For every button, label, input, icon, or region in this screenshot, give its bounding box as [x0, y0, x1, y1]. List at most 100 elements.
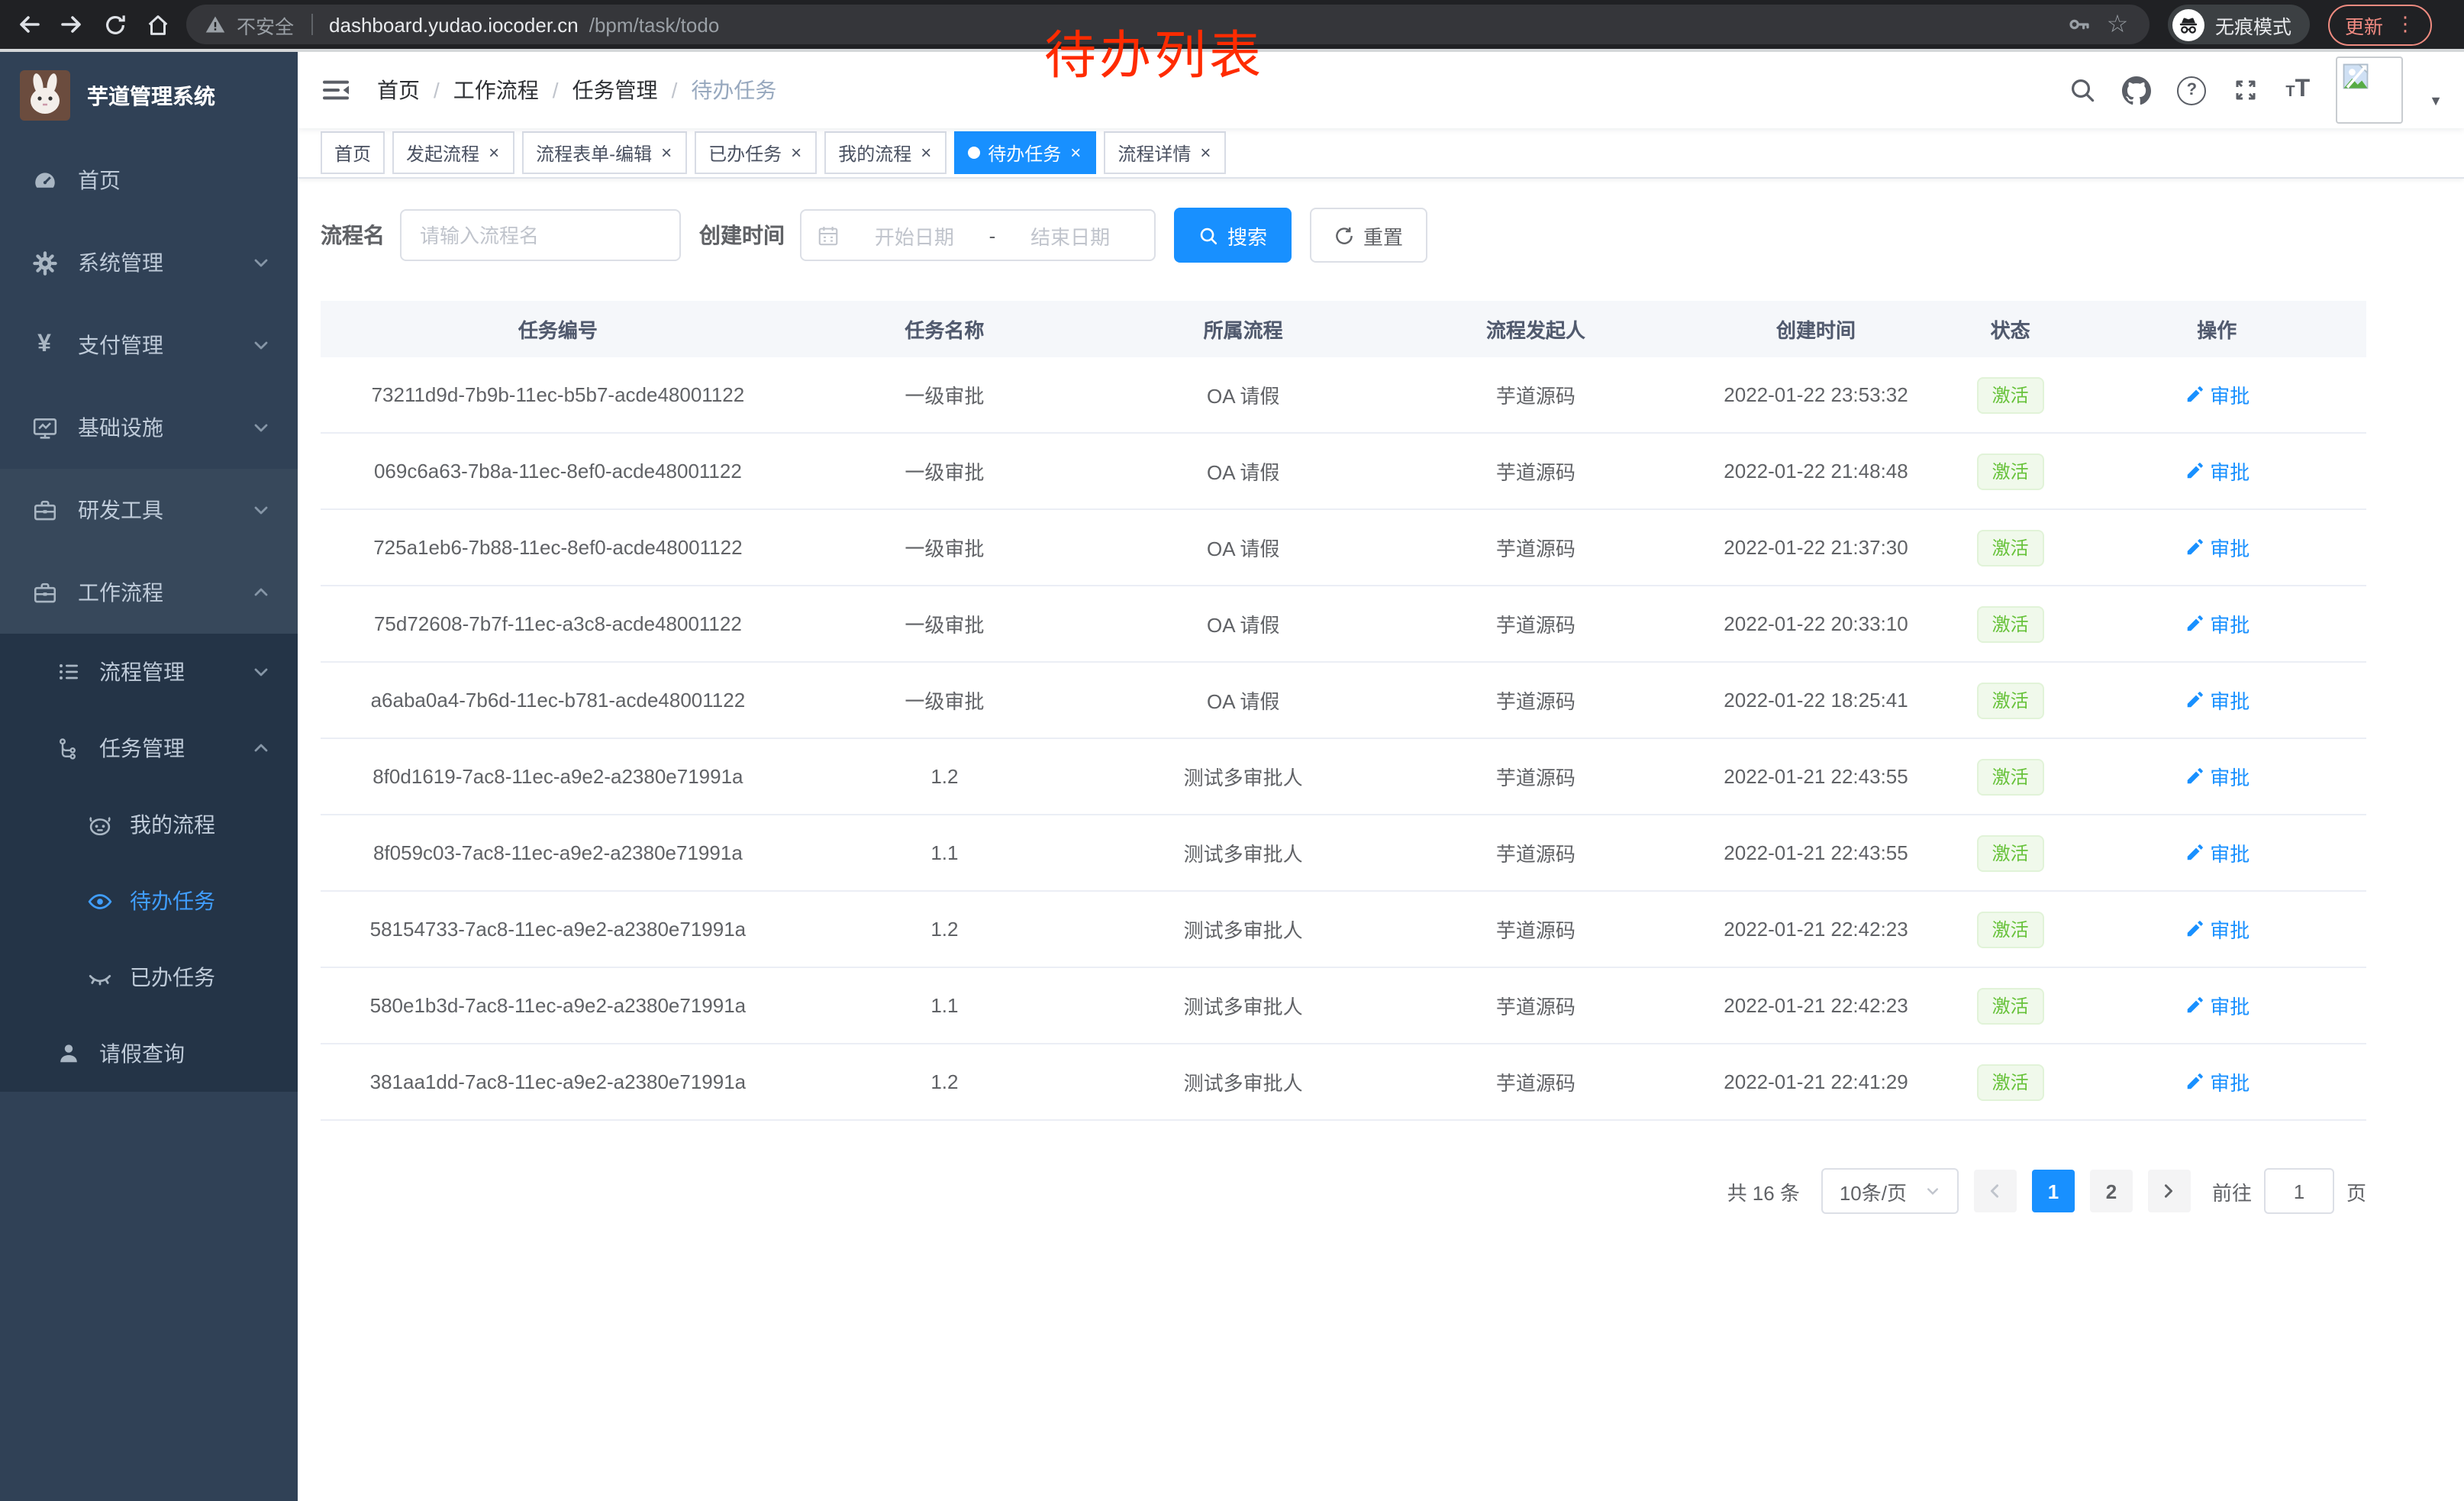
approve-button[interactable]: 审批: [2184, 991, 2250, 1020]
key-icon[interactable]: [2066, 11, 2093, 38]
search-icon[interactable]: [2069, 76, 2096, 104]
chevron-up-icon: [252, 739, 270, 757]
help-icon[interactable]: ?: [2177, 76, 2206, 105]
page-size-select[interactable]: 10条/页: [1821, 1168, 1959, 1214]
sidebar-item-payment[interactable]: ¥ 支付管理: [0, 304, 298, 386]
date-range-picker[interactable]: 开始日期 - 结束日期: [800, 209, 1156, 261]
update-label: 更新: [2345, 10, 2383, 39]
next-page-button[interactable]: [2148, 1170, 2191, 1212]
chevron-up-icon: [252, 583, 270, 602]
sidebar-item-label: 任务管理: [99, 733, 185, 763]
end-date-placeholder[interactable]: 结束日期: [1001, 221, 1139, 250]
github-icon[interactable]: [2122, 76, 2151, 105]
tag-home[interactable]: 首页: [321, 131, 385, 174]
close-icon[interactable]: ×: [660, 144, 673, 162]
breadcrumb-workflow[interactable]: 工作流程: [453, 75, 539, 105]
approve-button[interactable]: 审批: [2184, 609, 2250, 638]
approve-button[interactable]: 审批: [2184, 457, 2250, 486]
reload-icon[interactable]: [101, 11, 128, 38]
task-table: 任务编号 任务名称 所属流程 流程发起人 创建时间 状态 操作 73211d9d…: [321, 301, 2366, 1121]
sidebar-item-todo-tasks[interactable]: 待办任务: [0, 863, 298, 939]
security-label[interactable]: 不安全: [237, 10, 294, 39]
approve-button[interactable]: 审批: [2184, 686, 2250, 715]
tag-my-process[interactable]: 我的流程 ×: [824, 131, 947, 174]
col-created: 创建时间: [1679, 301, 1953, 357]
table-row: 580e1b3d-7ac8-11ec-a9e2-a2380e71991a 1.1…: [321, 967, 2366, 1044]
font-size-icon[interactable]: TT: [2285, 76, 2310, 104]
list-icon: [55, 660, 82, 684]
approve-button[interactable]: 审批: [2184, 838, 2250, 867]
hamburger-icon[interactable]: [321, 75, 351, 105]
sidebar-item-devtools[interactable]: 研发工具: [0, 469, 298, 551]
sidebar-item-workflow[interactable]: 工作流程: [0, 551, 298, 634]
home-icon[interactable]: [144, 11, 171, 38]
close-icon[interactable]: ×: [919, 144, 933, 162]
close-icon[interactable]: ×: [487, 144, 501, 162]
approve-button[interactable]: 审批: [2184, 533, 2250, 562]
approve-button[interactable]: 审批: [2184, 1067, 2250, 1096]
search-button[interactable]: 搜索: [1174, 208, 1292, 263]
url-host[interactable]: dashboard.yudao.iocoder.cn: [329, 13, 579, 36]
approve-button[interactable]: 审批: [2184, 762, 2250, 791]
status-badge: 激活: [1977, 758, 2044, 795]
tag-start-process[interactable]: 发起流程 ×: [392, 131, 514, 174]
sidebar-item-my-process[interactable]: 我的流程: [0, 786, 298, 863]
prev-page-button[interactable]: [1974, 1170, 2017, 1212]
sidebar-item-leave-query[interactable]: 请假查询: [0, 1015, 298, 1092]
avatar-caret-icon[interactable]: ▼: [2429, 93, 2443, 108]
tag-process-detail[interactable]: 流程详情 ×: [1104, 131, 1226, 174]
active-dot: [968, 147, 980, 159]
edit-icon: [2184, 614, 2204, 634]
sidebar-item-task-mgmt[interactable]: 任务管理: [0, 710, 298, 786]
page-2-button[interactable]: 2: [2090, 1170, 2133, 1212]
sidebar: 芋道管理系统 首页 系统管理 ¥ 支付管理: [0, 52, 298, 1501]
approve-button[interactable]: 审批: [2184, 915, 2250, 944]
fullscreen-icon[interactable]: [2232, 76, 2259, 104]
table-row: 8f059c03-7ac8-11ec-a9e2-a2380e71991a 1.1…: [321, 815, 2366, 891]
tag-done-tasks[interactable]: 已办任务 ×: [695, 131, 817, 174]
status-badge: 激活: [1977, 453, 2044, 489]
table-row: 069c6a63-7b8a-11ec-8ef0-acde48001122 一级审…: [321, 433, 2366, 509]
pagination: 共 16 条 10条/页 1 2 前往: [321, 1168, 2366, 1214]
col-actions: 操作: [2068, 301, 2366, 357]
back-icon[interactable]: [15, 11, 43, 38]
start-date-placeholder[interactable]: 开始日期: [846, 221, 983, 250]
tag-form-edit[interactable]: 流程表单-编辑 ×: [522, 131, 687, 174]
app-title: 芋道管理系统: [87, 80, 215, 111]
update-button[interactable]: 更新 ⋮: [2328, 4, 2432, 45]
bookmark-star-icon[interactable]: ☆: [2104, 11, 2131, 38]
avatar[interactable]: [2336, 56, 2403, 124]
sidebar-item-process-mgmt[interactable]: 流程管理: [0, 634, 298, 710]
sidebar-item-home[interactable]: 首页: [0, 139, 298, 221]
sidebar-item-label: 已办任务: [130, 962, 215, 993]
chevron-down-icon: [252, 336, 270, 354]
incognito-label: 无痕模式: [2215, 10, 2291, 39]
browser-menu-icon[interactable]: ⋮: [2395, 12, 2415, 37]
sidebar-item-infra[interactable]: 基础设施: [0, 386, 298, 469]
approve-button[interactable]: 审批: [2184, 380, 2250, 409]
forward-icon[interactable]: [58, 11, 85, 38]
edit-icon: [2184, 690, 2204, 710]
status-badge: 激活: [1977, 376, 2044, 413]
sidebar-item-done-tasks[interactable]: 已办任务: [0, 939, 298, 1015]
app-logo-row[interactable]: 芋道管理系统: [0, 52, 298, 139]
sidebar-item-label: 支付管理: [78, 330, 163, 360]
create-time-label: 创建时间: [699, 220, 785, 250]
process-name-input[interactable]: [400, 209, 681, 261]
breadcrumb-task-mgmt[interactable]: 任务管理: [572, 75, 658, 105]
goto-page-input[interactable]: [2264, 1168, 2334, 1214]
annotation-text: 待办列表: [1044, 14, 1264, 89]
status-badge: 激活: [1977, 605, 2044, 642]
close-icon[interactable]: ×: [789, 144, 803, 162]
sidebar-item-system[interactable]: 系统管理: [0, 221, 298, 304]
close-icon[interactable]: ×: [1198, 144, 1212, 162]
col-process: 所属流程: [1094, 301, 1392, 357]
breadcrumb-home[interactable]: 首页: [377, 75, 420, 105]
col-starter: 流程发起人: [1392, 301, 1679, 357]
close-icon[interactable]: ×: [1069, 144, 1082, 162]
reset-button[interactable]: 重置: [1310, 208, 1427, 263]
breadcrumb-current: 待办任务: [691, 75, 776, 105]
tag-todo-tasks[interactable]: 待办任务 ×: [954, 131, 1096, 174]
edit-icon: [2184, 919, 2204, 939]
page-1-button[interactable]: 1: [2032, 1170, 2075, 1212]
